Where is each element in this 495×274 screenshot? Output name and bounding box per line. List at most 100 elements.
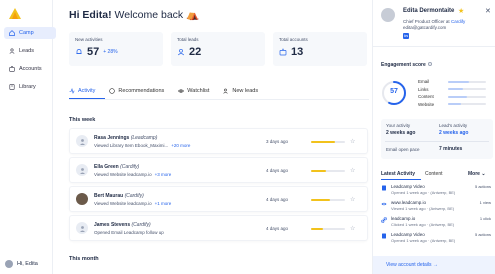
sidebar-item-label: Accounts [19, 66, 42, 72]
engagement-bar [311, 170, 345, 172]
lead-name[interactable]: Bert Maurau [94, 193, 123, 199]
engagement-fill [448, 80, 469, 83]
info-icon[interactable] [427, 62, 432, 66]
engagement-bar-fill [311, 170, 327, 172]
tab-recommendations[interactable]: Recommendations [109, 86, 164, 96]
lead-company: (Leadcamp) [130, 134, 158, 141]
engagement-label: Links [418, 86, 429, 92]
stat-value: 57 [87, 46, 100, 58]
accounts-icon [9, 66, 15, 72]
item-count: 1 click [479, 216, 491, 221]
metric-label: Your activity [386, 123, 411, 128]
company-link[interactable]: Cardify [451, 19, 465, 24]
metric-value: 2 weeks ago [439, 130, 469, 136]
linkedin-icon[interactable]: in [403, 33, 409, 39]
more-link[interactable]: +1 more [155, 201, 172, 206]
tab-content[interactable]: Content [425, 171, 443, 177]
avatar [381, 8, 395, 22]
contact-panel: Edita Dermontaite ★ ✕ Chief Product Offi… [372, 0, 495, 274]
activity-time: 4 days ago [266, 197, 289, 202]
tab-latest-activity[interactable]: Latest Activity [381, 171, 415, 177]
close-icon[interactable]: ✕ [485, 7, 491, 15]
lead-company: (Cardify) [131, 221, 151, 228]
section-this-week: This week [69, 117, 96, 123]
lead-name[interactable]: Ella Green [94, 164, 119, 170]
engagement-bar-fill [311, 199, 330, 201]
user-menu[interactable]: Hi, Edita [5, 260, 38, 268]
engagement-title: Engagement score [381, 62, 426, 68]
more-link[interactable]: +3 more [155, 172, 172, 177]
activity-row[interactable]: Bert Maurau (Cardify) Viewed Website lea… [69, 186, 368, 212]
add-user-icon [223, 88, 229, 94]
user-icon [79, 225, 85, 232]
item-count: 5 actions [474, 184, 491, 189]
lead-name[interactable]: Rasa Jennings [94, 135, 129, 141]
list-item[interactable]: www.leadcamp.io Viewed 1 week ago · (Ant… [381, 200, 493, 214]
file-icon [382, 233, 386, 239]
engagement-bar-fill [311, 141, 335, 143]
more-dropdown[interactable]: More ⌄ [468, 171, 486, 177]
activity-detail: Viewed Website leadcamp.io [94, 200, 152, 206]
greeting-rest: Welcome back [114, 9, 184, 21]
engagement-label: Content [418, 94, 434, 100]
contact-email[interactable]: edita@gatcardify.com [403, 25, 446, 30]
star-icon[interactable]: ★ [458, 7, 464, 15]
activity-row[interactable]: Rasa Jennings (Leadcamp) Viewed Library … [69, 128, 368, 154]
activity-row[interactable]: Ella Green (Cardify) Viewed Website lead… [69, 157, 368, 183]
item-count: 5 actions [474, 232, 491, 237]
sidebar-nav: Camp Leads Accounts Library [4, 27, 56, 99]
sidebar-item-label: Camp [19, 30, 34, 36]
activity-row[interactable]: James Stevens (Cardify) Opened Email Lea… [69, 215, 368, 241]
more-link[interactable]: +20 more [171, 143, 190, 148]
user-icon [79, 138, 85, 145]
contact-role: Chief Product Officer at Cardify [403, 19, 465, 24]
tab-activity[interactable]: Activity [69, 86, 95, 96]
list-item[interactable]: Leadcamp Video Opened 1 week ago · (Antw… [381, 232, 493, 246]
lead-name[interactable]: James Stevens [94, 222, 130, 228]
sidebar-item-accounts[interactable]: Accounts [4, 63, 56, 75]
tab-watchlist[interactable]: Watchlist [178, 86, 209, 96]
view-account-details-link[interactable]: View account details → [373, 256, 495, 274]
tab-divider [69, 99, 369, 100]
user-greeting: Hi, Edita [17, 261, 38, 267]
star-icon[interactable]: ☆ [350, 196, 355, 203]
star-icon[interactable]: ☆ [350, 138, 355, 145]
more-label: More [468, 171, 480, 177]
your-activity: Your activity 2 weeks ago [386, 123, 415, 136]
sidebar-item-library[interactable]: Library [4, 81, 56, 93]
file-icon [382, 185, 386, 191]
avatar [5, 260, 13, 268]
sidebar-item-camp[interactable]: Camp [4, 27, 56, 39]
metric-label: Lead's activity [439, 123, 468, 128]
home-icon [9, 30, 15, 36]
star-icon[interactable]: ☆ [350, 167, 355, 174]
activity-tabs: Activity Recommendations Watchlist New l… [69, 86, 272, 96]
leadcamp-logo[interactable] [9, 8, 21, 19]
activity-detail: Viewed Website leadcamp.io [94, 171, 152, 177]
sidebar-item-leads[interactable]: Leads [4, 45, 56, 57]
list-item[interactable]: leadcamp.io Clicked 1 week ago · (Antwer… [381, 216, 493, 230]
item-sub: Clicked 1 week ago · (Antwerp, BE) [391, 222, 455, 227]
star-icon [109, 88, 116, 94]
tab-new-leads[interactable]: New leads [223, 86, 258, 96]
activity-metrics: Your activity 2 weeks ago Lead's activity… [381, 119, 493, 159]
item-sub: Opened 1 week ago · (Antwerp, BE) [391, 190, 456, 195]
library-icon [9, 84, 15, 90]
engagement-row-content: Content [418, 93, 486, 101]
page-title: Hi Edita! Welcome back ⛺ [69, 8, 199, 21]
main-content: Hi Edita! Welcome back ⛺ New activities … [65, 0, 370, 274]
role-text: Chief Product Officer at [403, 19, 450, 24]
stat-label: Total accounts [279, 37, 308, 42]
sidebar: Camp Leads Accounts Library Hi, Edita [0, 0, 56, 274]
star-icon[interactable]: ☆ [350, 225, 355, 232]
list-item[interactable]: Leadcamp Video Opened 1 week ago · (Antw… [381, 184, 493, 198]
engagement-row-email: Email [418, 78, 486, 86]
link-icon [381, 217, 387, 223]
engagement-bar [311, 141, 345, 143]
stat-label: New activities [75, 37, 103, 42]
stat-card-total-leads: Total leads 22 [171, 32, 265, 66]
engagement-row-website: Website [418, 101, 486, 109]
divider [385, 141, 489, 142]
engagement-heading: Engagement score [381, 62, 432, 68]
email-open-pace-value: 7 minutes [439, 146, 463, 152]
